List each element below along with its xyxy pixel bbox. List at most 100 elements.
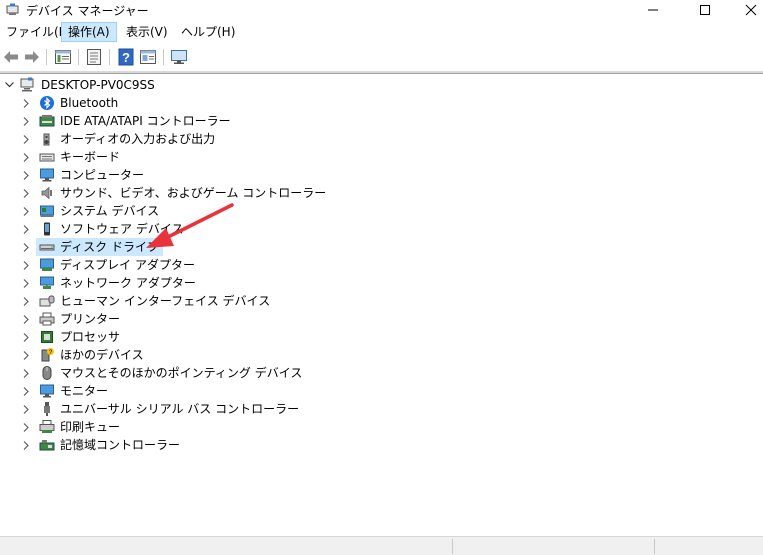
- chevron-right-icon[interactable]: [23, 238, 31, 256]
- tree-item[interactable]: ユニバーサル シリアル バス コントローラー: [0, 400, 300, 418]
- status-bar-divider: [654, 539, 655, 554]
- title-bar: デバイス マネージャー: [0, 0, 763, 20]
- printer-icon: [39, 312, 55, 326]
- keyboard-icon: [39, 153, 55, 162]
- disk-drive-icon: [39, 244, 55, 251]
- svg-text:?: ?: [122, 50, 130, 65]
- toolbar: ?: [0, 45, 763, 69]
- chevron-right-icon[interactable]: [23, 436, 31, 454]
- usb-icon: [44, 402, 50, 416]
- chevron-right-icon[interactable]: [23, 328, 31, 346]
- view-button[interactable]: [139, 48, 157, 66]
- tree-root[interactable]: DESKTOP-PV0C9SS: [0, 76, 300, 94]
- tree-item-label: プリンター: [60, 312, 121, 326]
- hid-icon: [39, 295, 55, 307]
- bluetooth-icon: [40, 96, 54, 110]
- network-adapter-icon: [40, 276, 54, 289]
- monitor-button[interactable]: [170, 48, 188, 66]
- chevron-right-icon[interactable]: [23, 130, 31, 148]
- chevron-right-icon[interactable]: [23, 112, 31, 130]
- status-bar: [0, 536, 763, 555]
- tree-item-label: ネットワーク アダプター: [60, 276, 196, 290]
- display-adapter-icon: [40, 258, 54, 271]
- properties-icon: [55, 50, 71, 64]
- chevron-right-icon[interactable]: [23, 274, 31, 292]
- chevron-right-icon[interactable]: [23, 418, 31, 436]
- chevron-right-icon[interactable]: [23, 184, 31, 202]
- tree-item[interactable]: ネットワーク アダプター: [0, 274, 300, 292]
- status-bar-divider: [452, 539, 453, 554]
- tree-item-label: 記憶域コントローラー: [60, 438, 181, 452]
- scan-button[interactable]: [85, 48, 103, 66]
- tree-item[interactable]: コンピューター: [0, 166, 300, 184]
- chevron-right-icon[interactable]: [23, 400, 31, 418]
- chevron-right-icon[interactable]: [23, 256, 31, 274]
- tree-item[interactable]: オーディオの入力および出力: [0, 130, 300, 148]
- tree-item[interactable]: キーボード: [0, 148, 300, 166]
- chevron-right-icon[interactable]: [23, 94, 31, 112]
- toolbar-divider-line: [0, 73, 763, 74]
- tree-item[interactable]: IDE ATA/ATAPI コントローラー: [0, 112, 300, 130]
- chevron-right-icon[interactable]: [23, 202, 31, 220]
- forward-arrow-icon: [25, 51, 39, 63]
- tree-item-label: ヒューマン インターフェイス デバイス: [60, 294, 271, 308]
- other-device-icon: ?: [41, 348, 54, 362]
- tree-item-label: マウスとそのほかのポインティング デバイス: [60, 366, 303, 380]
- chevron-right-icon[interactable]: [23, 346, 31, 364]
- tree-item-label: ユニバーサル シリアル バス コントローラー: [60, 402, 300, 416]
- tree-item[interactable]: マウスとそのほかのポインティング デバイス: [0, 364, 303, 382]
- minimize-button[interactable]: [630, 0, 676, 20]
- tree-item[interactable]: プロセッサ: [0, 328, 300, 346]
- chevron-right-icon[interactable]: [23, 220, 31, 238]
- tree-item[interactable]: 印刷キュー: [0, 418, 300, 436]
- toolbar-separator: [163, 49, 164, 65]
- monitor-icon: [171, 50, 187, 64]
- sound-icon: [41, 186, 52, 200]
- tree-root-label: DESKTOP-PV0C9SS: [41, 78, 155, 92]
- tree-item[interactable]: 記憶域コントローラー: [0, 436, 300, 454]
- window-title: デバイス マネージャー: [26, 4, 149, 18]
- chevron-right-icon[interactable]: [23, 382, 31, 400]
- mouse-icon: [42, 366, 52, 380]
- tree-item-label: プロセッサ: [60, 330, 121, 344]
- tree-item-label: ディスプレイ アダプター: [60, 258, 195, 272]
- tree-item-label: ほかのデバイス: [60, 348, 144, 362]
- close-icon: [745, 4, 757, 16]
- chevron-right-icon[interactable]: [23, 166, 31, 184]
- menu-help[interactable]: ヘルプ(H): [175, 22, 241, 42]
- maximize-icon: [700, 5, 710, 15]
- tree-item[interactable]: Bluetooth: [0, 94, 300, 112]
- toolbar-separator: [109, 49, 110, 65]
- tree-item[interactable]: ヒューマン インターフェイス デバイス: [0, 292, 300, 310]
- chevron-right-icon[interactable]: [23, 310, 31, 328]
- menu-view[interactable]: 表示(V): [120, 22, 174, 42]
- tree-item[interactable]: プリンター: [0, 310, 300, 328]
- maximize-button[interactable]: [682, 0, 728, 20]
- tree-item[interactable]: ディスプレイ アダプター: [0, 256, 300, 274]
- computer-root-icon: [20, 77, 34, 92]
- tree-item-label: オーディオの入力および出力: [60, 132, 216, 146]
- device-tree: DESKTOP-PV0C9SS Bluetooth IDE ATA/ATAPI コ…: [0, 76, 763, 536]
- annotation-arrow: [146, 203, 234, 248]
- storage-controller-icon: [39, 440, 55, 451]
- forward-button[interactable]: [23, 48, 41, 66]
- tree-item[interactable]: ? ほかのデバイス: [0, 346, 300, 364]
- chevron-right-icon[interactable]: [23, 148, 31, 166]
- back-button[interactable]: [2, 48, 20, 66]
- speaker-icon: [43, 133, 50, 146]
- properties-button[interactable]: [54, 48, 72, 66]
- menu-action[interactable]: 操作(A): [61, 22, 117, 42]
- tree-item[interactable]: モニター: [0, 382, 300, 400]
- computer-icon: [40, 168, 54, 182]
- tree-item-label: モニター: [60, 384, 109, 398]
- back-arrow-icon: [4, 51, 18, 63]
- chevron-down-icon[interactable]: [5, 76, 14, 94]
- close-button[interactable]: [728, 0, 763, 20]
- processor-icon: [41, 331, 53, 343]
- menu-bar: ファイル(F) 操作(A) 表示(V) ヘルプ(H): [0, 21, 763, 43]
- toolbar-separator: [46, 49, 47, 65]
- chevron-right-icon[interactable]: [23, 364, 31, 382]
- help-button[interactable]: ?: [117, 48, 135, 66]
- chevron-right-icon[interactable]: [23, 292, 31, 310]
- view-icon: [140, 50, 156, 64]
